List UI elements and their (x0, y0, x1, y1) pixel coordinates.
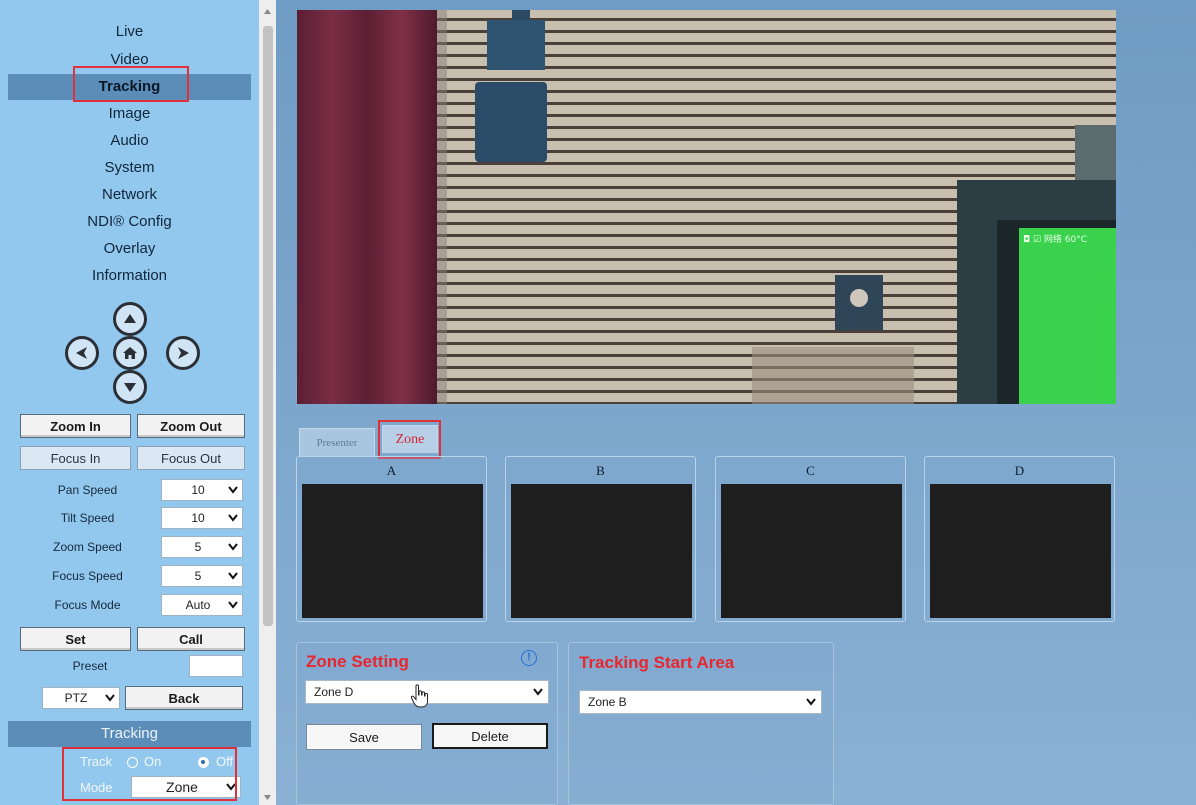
mode-label: Mode (80, 780, 113, 795)
zone-thumbnail-b (511, 484, 692, 618)
ptz-mode-select[interactable]: PTZ (42, 687, 120, 709)
call-preset-button[interactable]: Call (137, 627, 245, 651)
focus-mode-value: Auto (185, 598, 211, 612)
chevron-down-icon (224, 601, 242, 609)
zoom-speed-value: 5 (194, 540, 202, 554)
chevron-down-icon (801, 698, 821, 706)
zone-label-c: C (806, 463, 815, 478)
chevron-down-icon (528, 688, 548, 696)
preset-input[interactable] (189, 655, 243, 677)
zoom-out-button[interactable]: Zoom Out (137, 414, 245, 438)
hand-cursor-icon (410, 684, 428, 708)
chevron-down-icon (101, 694, 119, 702)
pan-up-arrow-icon[interactable] (113, 302, 147, 336)
nav-network[interactable]: Network (8, 182, 251, 208)
chevron-down-icon (222, 783, 240, 791)
monitor-overlay-text: ◘ ☑ 网络 60°C (1023, 233, 1087, 245)
chevron-down-icon (224, 514, 242, 522)
track-label: Track (80, 754, 113, 769)
tracking-start-area-title: Tracking Start Area (579, 653, 735, 672)
set-preset-button[interactable]: Set (20, 627, 131, 651)
zone-panel-d[interactable]: D (924, 456, 1115, 622)
pan-right-arrow-icon[interactable] (166, 336, 200, 370)
scroll-up-icon[interactable] (259, 4, 276, 18)
preset-label: Preset (72, 659, 108, 673)
nav-audio[interactable]: Audio (8, 128, 251, 154)
save-button[interactable]: Save (306, 724, 422, 750)
nav-video[interactable]: Video (8, 47, 251, 69)
delete-button[interactable]: Delete (432, 723, 548, 749)
nav-image[interactable]: Image (8, 101, 251, 127)
tilt-speed-label: Tilt Speed (60, 511, 115, 525)
info-icon[interactable]: ! (521, 650, 537, 666)
camera-feed-image: ◘ ☑ 网络 60°C (297, 10, 1116, 404)
tracking-section-header: Tracking (8, 721, 251, 747)
zone-thumbnail-a (302, 484, 483, 618)
tracking-start-area-select[interactable]: Zone B (579, 690, 822, 714)
zone-label-b: B (596, 463, 605, 478)
pan-down-arrow-icon[interactable] (113, 370, 147, 404)
zoom-speed-select[interactable]: 5 (161, 536, 243, 558)
zoom-speed-label: Zoom Speed (53, 540, 122, 554)
focus-speed-value: 5 (194, 569, 202, 583)
chevron-down-icon (224, 572, 242, 580)
scroll-down-icon[interactable] (259, 791, 276, 805)
track-on-radio[interactable] (127, 757, 138, 768)
home-icon[interactable] (113, 336, 147, 370)
tilt-speed-select[interactable]: 10 (161, 507, 243, 529)
tab-presenter[interactable]: Presenter (299, 428, 375, 456)
tracking-start-area-value: Zone B (588, 695, 627, 709)
nav-overlay[interactable]: Overlay (8, 236, 251, 262)
track-on-label: On (144, 754, 162, 769)
sidebar: Live Video Tracking Image Audio System N… (0, 0, 259, 805)
pan-speed-select[interactable]: 10 (161, 479, 243, 501)
zoom-in-button[interactable]: Zoom In (20, 414, 131, 438)
zone-setting-title: Zone Setting (306, 652, 409, 671)
chevron-down-icon (224, 486, 242, 494)
nav-live[interactable]: Live (8, 19, 251, 45)
zone-label-d: D (1014, 463, 1025, 478)
zone-label-a: A (386, 463, 397, 478)
nav-ndi-config[interactable]: NDI® Config (8, 209, 251, 235)
ptz-mode-value: PTZ (64, 691, 88, 705)
track-off-radio[interactable] (198, 757, 209, 768)
nav-tracking[interactable]: Tracking (8, 74, 251, 100)
focus-speed-label: Focus Speed (52, 569, 123, 583)
nav-system[interactable]: System (8, 155, 251, 181)
focus-mode-select[interactable]: Auto (161, 594, 243, 616)
pan-speed-label: Pan Speed (57, 483, 118, 497)
nav-information[interactable]: Information (8, 263, 251, 289)
tracking-mode-value: Zone (166, 779, 198, 795)
chevron-down-icon (224, 543, 242, 551)
sidebar-scroll-thumb[interactable] (263, 26, 273, 626)
pan-left-arrow-icon[interactable] (65, 336, 99, 370)
back-button[interactable]: Back (125, 686, 243, 710)
tilt-speed-value: 10 (191, 511, 205, 525)
pan-speed-value: 10 (191, 483, 205, 497)
focus-out-button[interactable]: Focus Out (137, 446, 245, 470)
zone-thumbnail-c (721, 484, 902, 618)
track-off-label: Off (216, 754, 234, 769)
zone-panel-b[interactable]: B (505, 456, 696, 622)
focus-speed-select[interactable]: 5 (161, 565, 243, 587)
tab-zone[interactable]: Zone (382, 425, 438, 453)
live-video-view: ◘ ☑ 网络 60°C (297, 10, 1116, 404)
focus-mode-label: Focus Mode (54, 598, 121, 612)
zone-panel-a[interactable]: A (296, 456, 487, 622)
zone-thumbnail-d (930, 484, 1111, 618)
tracking-mode-select[interactable]: Zone (131, 776, 241, 798)
focus-in-button[interactable]: Focus In (20, 446, 131, 470)
zone-panel-c[interactable]: C (715, 456, 906, 622)
